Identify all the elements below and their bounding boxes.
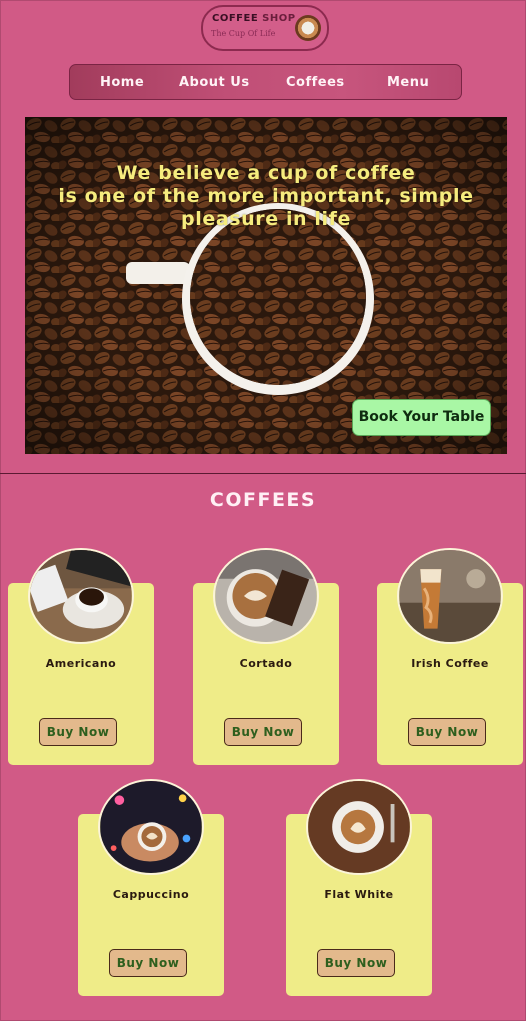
buy-now-button[interactable]: Buy Now xyxy=(408,718,486,746)
product-name: Americano xyxy=(45,657,117,670)
product-name: Irish Coffee xyxy=(411,657,489,670)
coffee-cup-icon xyxy=(295,15,321,41)
buy-now-button[interactable]: Buy Now xyxy=(109,949,187,977)
hero-headline-line2: is one of the more important, simple xyxy=(58,185,474,207)
product-name: Flat White xyxy=(324,888,394,901)
main-nav: Home About Us Coffees Menu xyxy=(69,64,462,100)
nav-item-coffees[interactable]: Coffees xyxy=(286,75,345,90)
americano-photo xyxy=(28,548,134,644)
cortado-photo xyxy=(213,548,319,644)
flat-white-photo xyxy=(306,779,412,875)
logo-title-part1: COFFEE xyxy=(212,13,259,24)
logo-tagline: The Cup Of Life xyxy=(211,29,276,38)
hero-headline-line1: We believe a cup of coffee xyxy=(116,162,416,184)
irish-coffee-photo xyxy=(397,548,503,644)
product-name: Cappuccino xyxy=(112,888,190,901)
buy-now-button[interactable]: Buy Now xyxy=(224,718,302,746)
logo-title-part2: SHOP xyxy=(262,13,296,24)
logo[interactable]: COFFEE SHOP The Cup Of Life xyxy=(201,5,329,51)
hero-banner: We believe a cup of coffee is one of the… xyxy=(25,117,507,454)
product-name: Cortado xyxy=(239,657,293,670)
nav-item-menu[interactable]: Menu xyxy=(387,75,429,90)
nav-item-home[interactable]: Home xyxy=(100,75,144,90)
logo-title: COFFEE SHOP xyxy=(212,13,296,24)
coffees-section-title: COFFEES xyxy=(209,489,317,511)
buy-now-button[interactable]: Buy Now xyxy=(39,718,117,746)
section-divider xyxy=(0,473,526,474)
book-table-button[interactable]: Book Your Table xyxy=(352,399,491,436)
cappuccino-photo xyxy=(98,779,204,875)
nav-item-about-us[interactable]: About Us xyxy=(179,75,250,90)
buy-now-button[interactable]: Buy Now xyxy=(317,949,395,977)
hero-headline-line3: pleasure in life xyxy=(181,208,351,230)
hero-headline: We believe a cup of coffee is one of the… xyxy=(25,162,507,231)
